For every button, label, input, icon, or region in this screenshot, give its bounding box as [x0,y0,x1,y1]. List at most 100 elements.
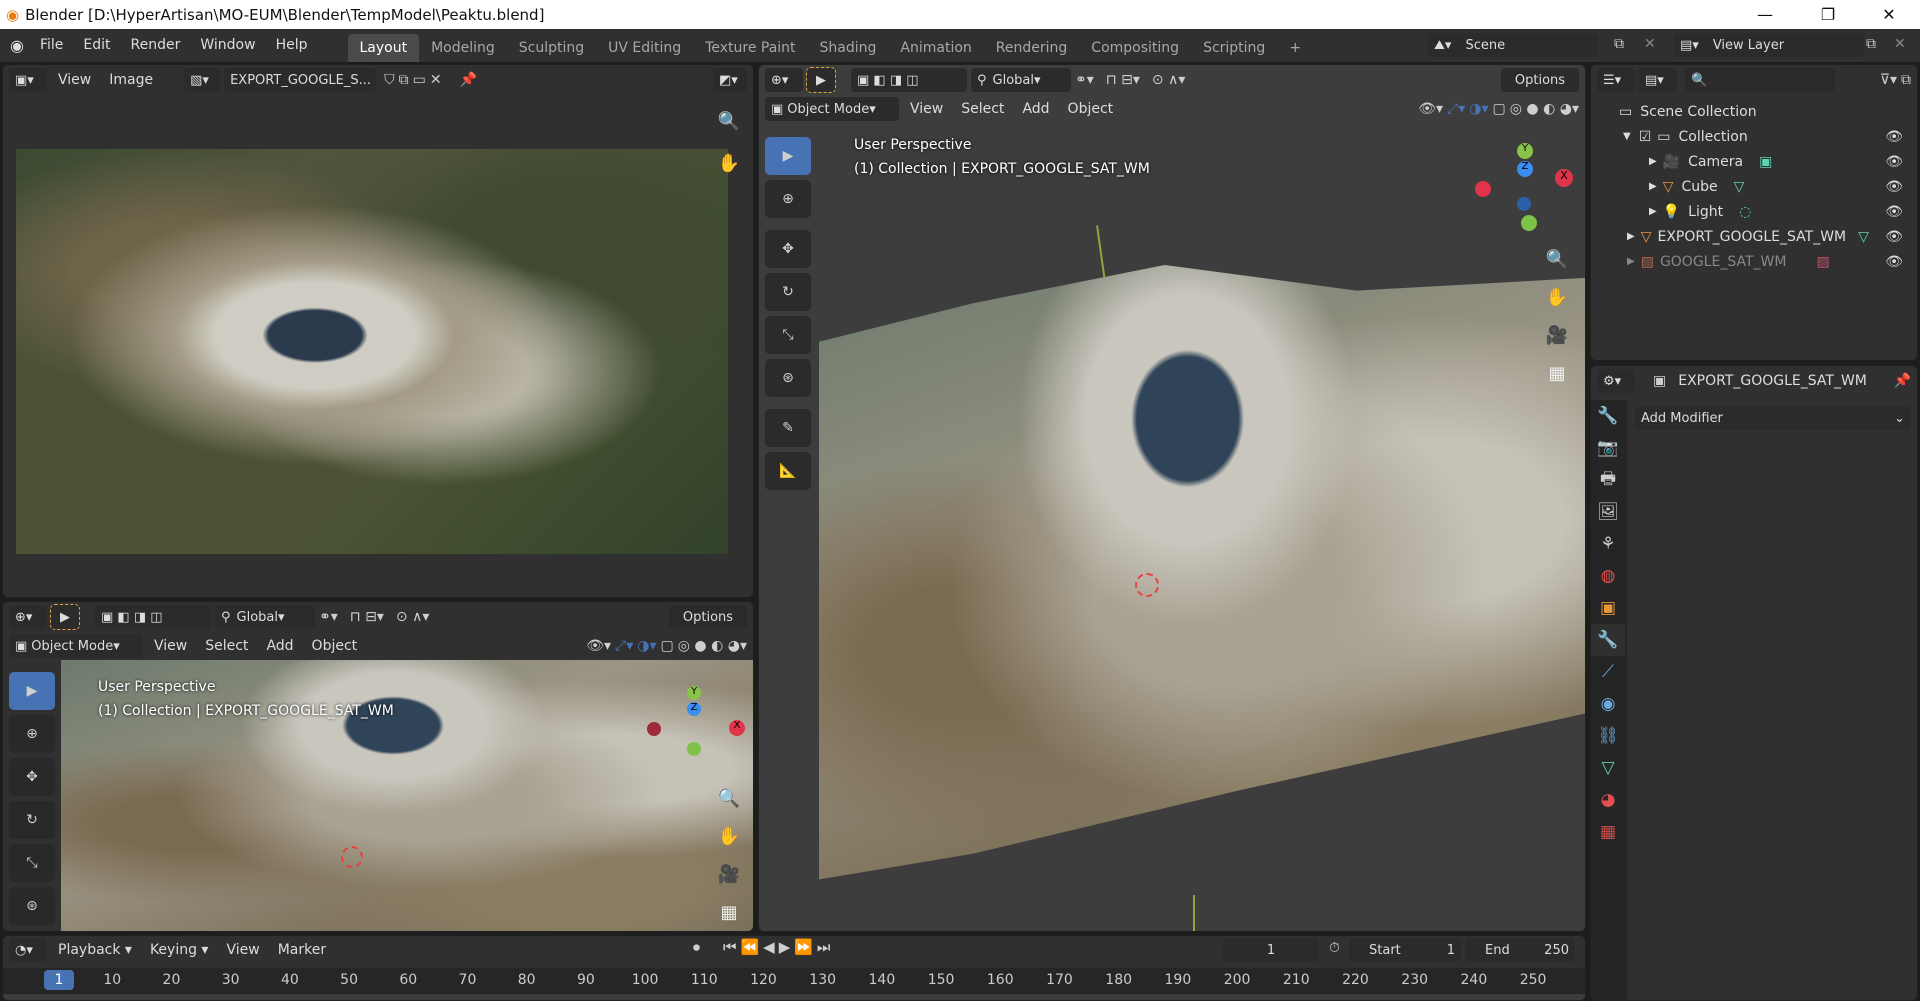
render-tab-icon[interactable]: 📷 [1591,432,1625,464]
browse-image-icon[interactable]: ▧▾ [184,68,221,92]
select-box-tool-icon[interactable]: ▶ [50,604,80,630]
main-gizmo-toggle-icon[interactable]: ⤢▾ [1447,101,1465,117]
expand-arrow-icon[interactable]: ▶ [1649,206,1657,217]
small-camera-icon[interactable]: 🎥 [713,858,745,890]
new-collection-icon[interactable]: ⧉ [1901,72,1911,88]
snap-icon[interactable]: ⊓ ⊟▾ [350,609,384,625]
select-tool-icon[interactable]: ▶ [765,137,811,175]
selection-mode-icons[interactable]: ▣ ◧ ◨ ◫ [95,605,211,629]
add-modifier-dropdown[interactable]: Add Modifier ⌄ [1635,406,1911,430]
outliner-item-camera[interactable]: ▶ 🎥 Camera ▣ 👁 [1591,149,1917,174]
tab-animation[interactable]: Animation [888,34,983,62]
physics-tab-icon[interactable]: ◉ [1591,688,1625,720]
gizmo-neg-y[interactable] [1521,215,1537,231]
start-frame-field[interactable]: Start 1 [1349,938,1461,962]
maximize-button[interactable]: ❐ [1805,0,1851,29]
cursor-tool-icon[interactable]: ⊕ [765,180,811,218]
collapse-arrow-icon[interactable]: ▼ [1623,131,1631,142]
new-scene-icon[interactable]: ⧉ [1614,36,1624,52]
transform-tool-icon[interactable]: ⊛ [765,359,811,397]
expand-arrow-icon[interactable]: ▶ [1627,231,1635,242]
small-pan-icon[interactable]: ✋ [713,820,745,852]
google-sat-eye-icon[interactable]: 👁 [1885,254,1903,270]
main-pan-icon[interactable]: ✋ [1541,281,1573,313]
tab-uv-editing[interactable]: UV Editing [596,34,693,62]
viewport-main-select-menu[interactable]: Select [954,101,1011,117]
menu-help[interactable]: Help [266,29,318,62]
fake-user-shield-icon[interactable]: ⛉ [384,72,395,88]
duplicate-image-icon[interactable]: ⧉ [399,72,409,88]
remove-view-layer-icon[interactable]: ✕ [1894,36,1906,52]
zoom-icon[interactable]: 🔍 [713,105,745,137]
annotate-tool-icon[interactable]: ✎ [765,409,811,447]
menu-render[interactable]: Render [121,29,191,62]
timeline-editor-type-icon[interactable]: ◔▾ [9,938,47,962]
cursor-tool-small-icon[interactable]: ⊕ [9,715,55,753]
small-zoom-icon[interactable]: 🔍 [713,782,745,814]
modifier-tab-icon[interactable]: 🔧 [1591,624,1625,656]
playback-controls-icons[interactable]: ⏮⏪◀▶⏩⏭ [723,938,834,956]
filter-icon[interactable]: ⊽▾ [1880,72,1897,88]
main-select-box-tool-icon[interactable]: ▶ [806,67,836,93]
rotate-tool-icon[interactable]: ↻ [765,273,811,311]
transform-orientation-select[interactable]: ⚲ Global ▾ [215,605,315,629]
overlay-toggle-icon[interactable]: ◑▾ [637,638,656,654]
data-tab-icon[interactable]: ▽ [1591,752,1625,784]
image-editor-image-menu[interactable]: Image [102,72,160,88]
viewport-small-options[interactable]: Options [669,605,747,629]
playback-menu[interactable]: Playback ▾ [51,942,139,958]
minimize-button[interactable]: — [1742,0,1788,29]
shading-modes-icons[interactable]: ◎ ● ◐ ◕▾ [678,638,747,654]
outliner-editor-type-icon[interactable]: ☰▾ [1597,68,1635,92]
display-mode-icon[interactable]: ▤▾ [1639,68,1677,92]
expand-arrow-icon[interactable]: ▶ [1627,256,1635,267]
small-axis-gizmo[interactable]: Y Z X [643,686,745,776]
gizmo-z-small[interactable]: Z [687,702,701,716]
scale-tool-icon[interactable]: ⤡ [765,316,811,354]
pivot-icon[interactable]: ⚭▾ [319,609,338,625]
gizmo-neg-x-small[interactable] [647,722,661,736]
output-tab-icon[interactable]: 🖶 [1591,464,1625,496]
material-tab-icon[interactable]: ◕ [1591,784,1625,816]
pan-hand-icon[interactable]: ✋ [713,147,745,179]
main-zoom-icon[interactable]: 🔍 [1541,243,1573,275]
main-camera-icon[interactable]: 🎥 [1541,319,1573,351]
object-tab-icon[interactable]: ▣ [1591,592,1625,624]
tab-rendering[interactable]: Rendering [984,34,1080,62]
main-visibility-icon[interactable]: 👁▾ [1418,101,1443,117]
clock-icon[interactable]: ⏱ [1329,940,1340,956]
checkbox-icon[interactable]: ☑ [1639,129,1652,145]
expand-arrow-icon[interactable]: ▶ [1649,181,1657,192]
image-editor-view-menu[interactable]: View [51,72,98,88]
editor-type-image-icon[interactable]: ▣▾ [9,68,47,92]
main-proportional-edit-icon[interactable]: ⊙ ∧▾ [1152,72,1185,88]
gizmo-y-small[interactable]: Y [687,686,701,700]
image-name-field[interactable]: EXPORT_GOOGLE_S... [224,68,377,92]
view-layer-tab-icon[interactable]: 🖼 [1591,496,1625,528]
menu-file[interactable]: File [30,29,73,62]
visibility-icon[interactable]: 👁▾ [586,638,611,654]
viewport-small-view-menu[interactable]: View [147,638,194,654]
menu-window[interactable]: Window [190,29,265,62]
tab-modeling[interactable]: Modeling [419,34,507,62]
tab-scripting[interactable]: Scripting [1191,34,1277,62]
end-frame-field[interactable]: End 250 [1465,938,1575,962]
measure-tool-icon[interactable]: 📐 [765,452,811,490]
cube-eye-icon[interactable]: 👁 [1885,179,1903,195]
particles-tab-icon[interactable]: ⟋ [1591,656,1625,688]
main-xray-icon[interactable]: ▢ [1493,101,1506,117]
properties-editor-type-icon[interactable]: ⚙▾ [1597,369,1635,393]
rotate-tool-small-icon[interactable]: ↻ [9,801,55,839]
close-window-button[interactable]: ✕ [1866,0,1912,29]
collection-eye-icon[interactable]: 👁 [1885,129,1903,145]
outliner-item-google-sat-wm[interactable]: ▶ ▨ GOOGLE_SAT_WM ▨ 👁 [1591,249,1917,274]
tab-texture-paint[interactable]: Texture Paint [693,34,807,62]
gizmo-z[interactable]: Z [1517,161,1533,177]
texture-tab-icon[interactable]: ▦ [1591,816,1625,848]
timeline-view-menu[interactable]: View [219,942,266,958]
scale-tool-small-icon[interactable]: ⤡ [9,844,55,882]
blender-menu-icon[interactable]: ◉ [10,36,24,55]
add-workspace-button[interactable]: + [1277,34,1313,62]
expand-arrow-icon[interactable]: ▶ [1649,156,1657,167]
main-snap-icon[interactable]: ⊓ ⊟▾ [1106,72,1140,88]
